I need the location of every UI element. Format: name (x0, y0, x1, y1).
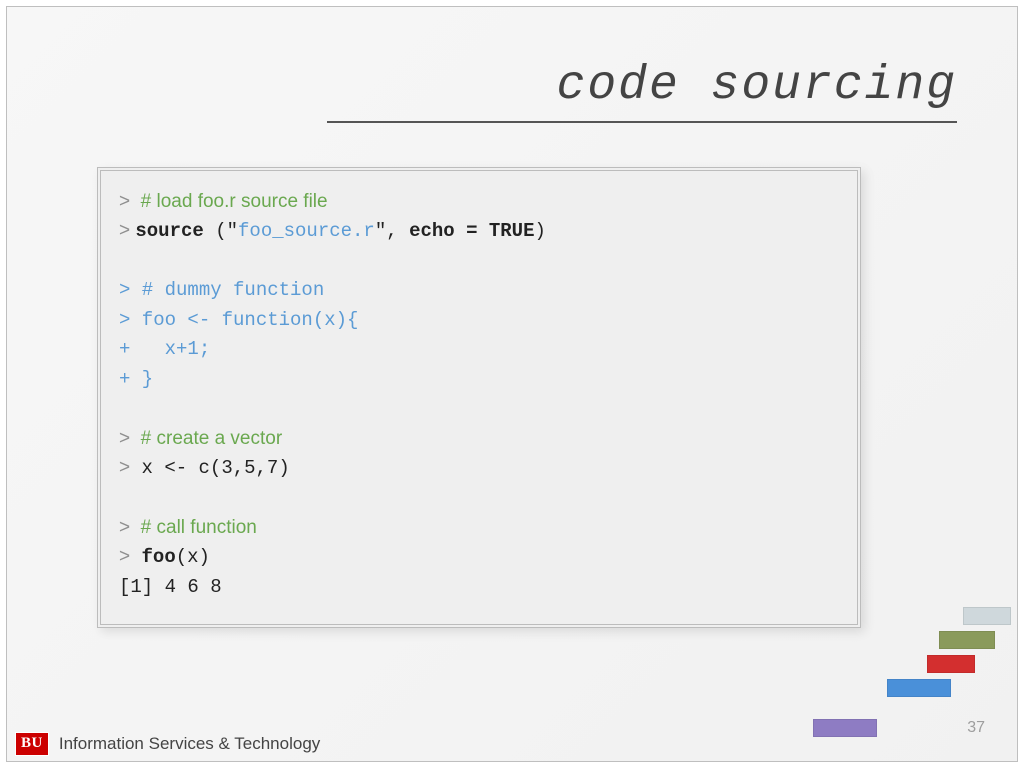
code-line-13: > foo(x) (119, 542, 839, 572)
slide-frame: code sourcing > # load foo.r source file… (6, 6, 1018, 762)
bu-logo-badge: BU (15, 732, 49, 756)
comma: , (386, 220, 409, 242)
deco-block-3 (887, 679, 951, 697)
prompt: > (119, 546, 130, 567)
code-line-4: > # dummy function (119, 276, 839, 305)
code-line-10: > x <- c(3,5,7) (119, 453, 839, 483)
code-blank (119, 247, 839, 276)
footer-org-text: Information Services & Technology (59, 734, 320, 754)
code-line-2: > source ("foo_source.r", echo = TRUE) (119, 216, 839, 246)
prompt: > (119, 428, 135, 449)
comment: # load foo.r source file (135, 191, 327, 212)
deco-block-4 (813, 719, 877, 737)
quote: " (227, 220, 238, 242)
slide-title: code sourcing (327, 59, 957, 113)
filename-string: foo_source.r (238, 220, 375, 242)
code-line-7: + } (119, 365, 839, 394)
code-line-5: > foo <- function(x){ (119, 306, 839, 335)
code-line-14: [1] 4 6 8 (119, 573, 839, 602)
deco-block-0 (963, 607, 1011, 625)
deco-block-2 (927, 655, 975, 673)
code-line-9: > # create a vector (119, 424, 839, 453)
keyword-source: source (135, 220, 203, 242)
deco-block-1 (939, 631, 995, 649)
code-line-1: > # load foo.r source file (119, 187, 839, 216)
paren: ) (534, 220, 545, 242)
quote: " (375, 220, 386, 242)
code: x <- c(3,5,7) (130, 457, 290, 479)
title-underline: code sourcing (327, 59, 957, 123)
fn-arg: (x) (176, 546, 210, 568)
prompt: > (119, 220, 135, 241)
comment: # create a vector (135, 428, 282, 449)
code-blank (119, 483, 839, 512)
fn-name: foo (130, 546, 176, 568)
arg-echo: echo = TRUE (409, 220, 534, 242)
prompt: > (119, 457, 130, 478)
code-box: > # load foo.r source file > source ("fo… (97, 167, 861, 628)
comment: # call function (135, 517, 256, 538)
prompt: > (119, 517, 135, 538)
paren: ( (204, 220, 227, 242)
code-line-12: > # call function (119, 513, 839, 542)
prompt: > (119, 191, 135, 212)
code-line-6: + x+1; (119, 335, 839, 364)
code-blank (119, 394, 839, 423)
